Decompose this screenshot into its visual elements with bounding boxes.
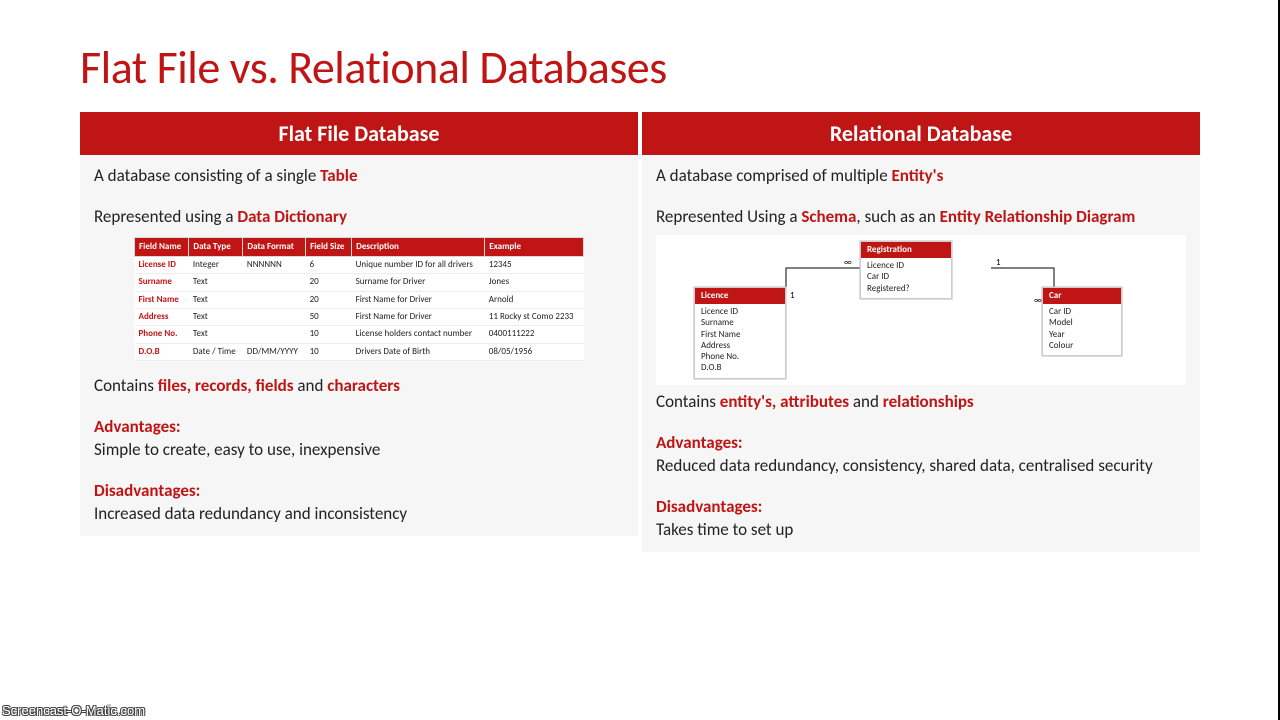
relational-advantages-text: Reduced data redundancy, consistency, sh… <box>656 455 1186 478</box>
data-dictionary-table: Field Name Data Type Data Format Field S… <box>134 237 584 361</box>
relational-header: Relational Database <box>642 112 1200 155</box>
flat-file-header: Flat File Database <box>80 112 638 155</box>
table-row: SurnameText20Surname for DriverJones <box>135 274 584 291</box>
page-title: Flat File vs. Relational Databases <box>80 40 1200 96</box>
flat-file-advantages-label: Advantages: <box>94 416 624 439</box>
relational-column: Relational Database A database comprised… <box>642 112 1200 552</box>
cardinality-label: ∞ <box>1034 295 1042 307</box>
flat-file-represented: Represented using a Data Dictionary <box>94 206 624 229</box>
relational-contains: Contains entity's, attributes and relati… <box>656 391 1186 414</box>
flat-file-contains: Contains files, records, fields and char… <box>94 375 624 398</box>
comparison-columns: Flat File Database A database consisting… <box>80 112 1200 552</box>
flat-file-column: Flat File Database A database consisting… <box>80 112 638 552</box>
table-row: First NameText20First Name for DriverArn… <box>135 291 584 308</box>
cardinality-label: ∞ <box>844 257 852 269</box>
relational-represented: Represented Using a Schema, such as an E… <box>656 206 1186 229</box>
table-row: Phone No.Text10License holders contact n… <box>135 326 584 343</box>
flat-file-disadvantages-label: Disadvantages: <box>94 480 624 503</box>
flat-file-disadvantages-text: Increased data redundancy and inconsiste… <box>94 503 624 526</box>
flat-file-definition: A database consisting of a single Table <box>94 165 624 188</box>
relational-disadvantages-label: Disadvantages: <box>656 496 1186 519</box>
relational-advantages-label: Advantages: <box>656 432 1186 455</box>
slide: Flat File vs. Relational Databases Flat … <box>0 0 1280 552</box>
entity-licence: Licence Licence ID Surname First Name Ad… <box>694 287 786 379</box>
cardinality-label: 1 <box>790 290 795 302</box>
watermark: Screencast-O-Matic.com <box>2 703 145 718</box>
table-row: License IDIntegerNNNNNN6Unique number ID… <box>135 257 584 274</box>
table-row: AddressText50First Name for Driver11 Roc… <box>135 309 584 326</box>
entity-registration: Registration Licence ID Car ID Registere… <box>860 241 952 299</box>
flat-file-body: A database consisting of a single Table … <box>80 155 638 536</box>
relational-definition: A database comprised of multiple Entity'… <box>656 165 1186 188</box>
table-row: D.O.BDate / TimeDD/MM/YYYY10Drivers Date… <box>135 343 584 360</box>
entity-car: Car Car ID Model Year Colour <box>1042 287 1122 356</box>
flat-file-advantages-text: Simple to create, easy to use, inexpensi… <box>94 439 624 462</box>
relational-disadvantages-text: Takes time to set up <box>656 519 1186 542</box>
cardinality-label: 1 <box>996 257 1001 269</box>
relational-body: A database comprised of multiple Entity'… <box>642 155 1200 552</box>
entity-relationship-diagram: Licence Licence ID Surname First Name Ad… <box>656 235 1186 385</box>
